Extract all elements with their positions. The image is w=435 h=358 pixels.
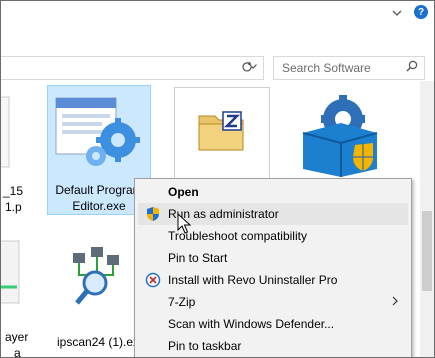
revo-installer-icon[interactable]: [297, 93, 383, 177]
menu-item-label: Install with Revo Uninstaller Pro: [168, 273, 338, 287]
menu-item-7zip[interactable]: 7-Zip: [138, 291, 408, 313]
search-box[interactable]: Search Software: [273, 56, 425, 80]
mouse-cursor-icon: [177, 213, 191, 234]
search-icon[interactable]: [406, 60, 418, 72]
help-icon[interactable]: ?: [414, 5, 428, 19]
file-name-ipscan[interactable]: ipscan24 (1).ex: [57, 334, 139, 350]
menu-item-scan-defender[interactable]: Scan with Windows Defender...: [138, 313, 408, 335]
shield-icon: [145, 206, 161, 222]
file-icon-partial: [1, 240, 20, 304]
chevron-down-icon[interactable]: [249, 61, 257, 72]
revo-icon: [145, 272, 161, 288]
ribbon-strip: ?: [1, 1, 434, 51]
network-scan-icon[interactable]: [71, 245, 121, 305]
app-window-gear-icon: [55, 97, 140, 166]
file-item-archive[interactable]: [174, 87, 270, 179]
menu-item-label: 7-Zip: [168, 295, 196, 309]
menu-item-revo-install[interactable]: Install with Revo Uninstaller Pro: [138, 269, 408, 291]
file-icon-partial: [1, 96, 10, 168]
menu-item-label: Pin to Start: [168, 251, 228, 265]
file-label-partial[interactable]: ayer: [5, 329, 28, 345]
file-label-partial[interactable]: _15: [3, 183, 23, 199]
file-label-partial[interactable]: 1.p: [5, 199, 22, 215]
menu-item-label: Pin to taskbar: [168, 339, 242, 353]
submenu-arrow-icon: [392, 295, 398, 309]
zip-folder-icon: [198, 111, 244, 151]
menu-item-pin-to-start[interactable]: Pin to Start: [138, 247, 408, 269]
context-menu: Open Run as administrator Troubleshoot c…: [134, 178, 412, 357]
explorer-window: ? Search Software _15 1.p ayer a Default…: [0, 0, 435, 358]
scrollbar-thumb[interactable]: [422, 211, 432, 291]
menu-item-label: Open: [168, 185, 199, 199]
menu-item-label: Scan with Windows Defender...: [168, 317, 335, 331]
chevron-down-icon[interactable]: [389, 5, 405, 21]
file-label-partial[interactable]: a: [14, 345, 21, 357]
menu-item-open[interactable]: Open: [138, 181, 408, 203]
vertical-scrollbar[interactable]: [420, 81, 434, 357]
search-input[interactable]: Search Software: [282, 61, 371, 75]
address-bar[interactable]: [1, 56, 264, 80]
menu-item-pin-to-taskbar[interactable]: Pin to taskbar: [138, 335, 408, 357]
